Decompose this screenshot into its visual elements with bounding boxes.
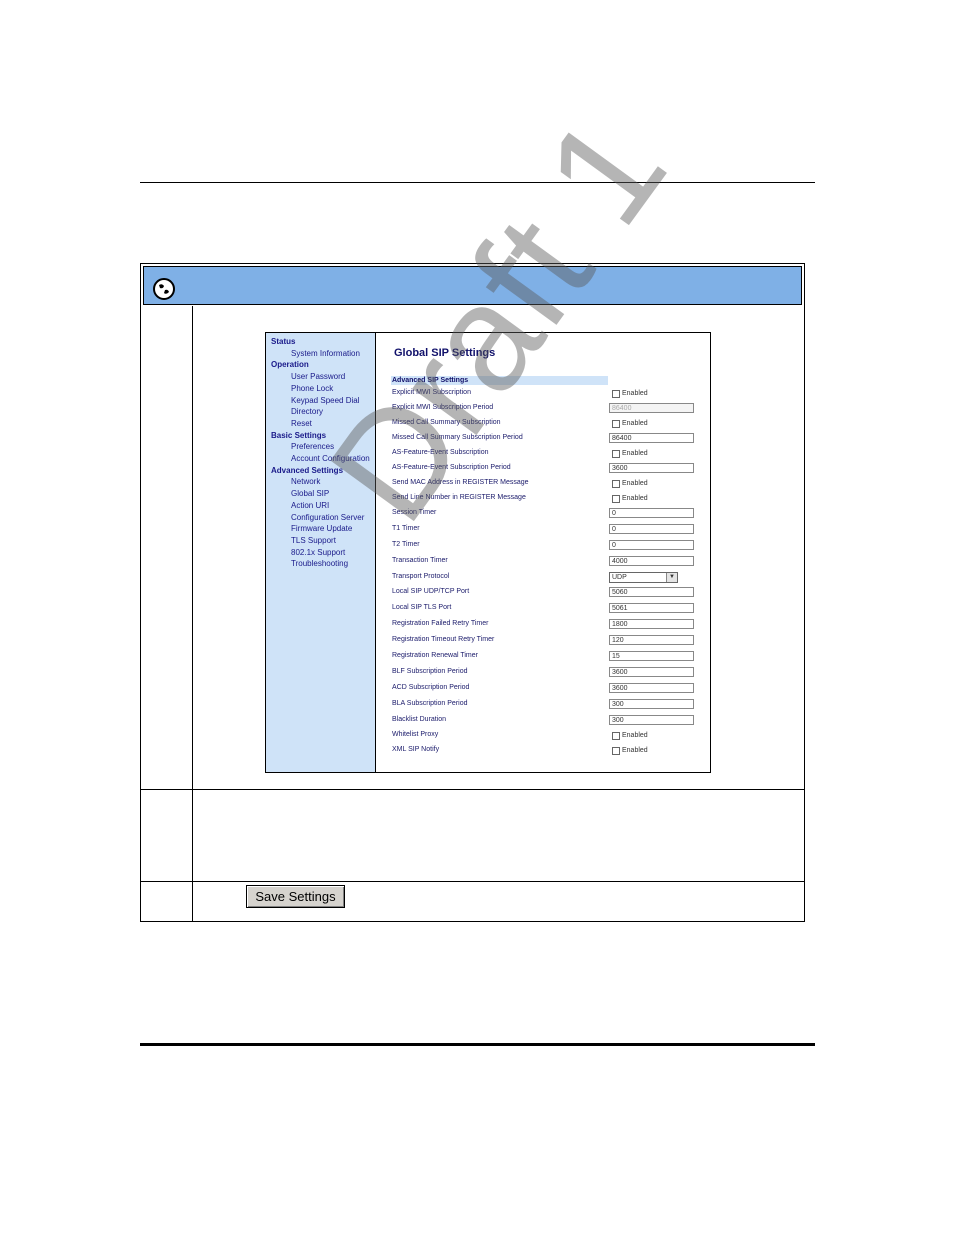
web-ui-screenshot: Status System Information Operation User Pa… xyxy=(265,332,711,773)
label-send-mac-address-in-register-message: Send MAC Address in REGISTER Message xyxy=(392,479,529,486)
chevron-down-icon[interactable]: ▼ xyxy=(666,573,677,582)
label-xml-sip-notify: XML SIP Notify xyxy=(392,746,440,753)
label-local-sip-udp-tcp-port: Local SIP UDP/TCP Port xyxy=(392,588,470,595)
label-acd-subscription-period: ACD Subscription Period xyxy=(392,684,470,691)
label-explicit-mwi-subscription-period: Explicit MWI Subscription Period xyxy=(392,404,494,411)
checkbox-as-feature-event-subscription[interactable] xyxy=(612,450,620,458)
sidebar-item-firmware-update[interactable]: Firmware Update xyxy=(291,524,352,533)
save-settings-button[interactable]: Save Settings xyxy=(246,885,345,908)
enabled-label: Enabled xyxy=(622,480,648,487)
checkbox-whitelist-proxy[interactable] xyxy=(612,732,620,740)
enabled-label: Enabled xyxy=(622,420,648,427)
input-transaction-timer[interactable]: 4000 xyxy=(609,556,694,566)
label-missed-call-summary-subscription: Missed Call Summary Subscription xyxy=(392,419,501,426)
label-session-timer: Session Timer xyxy=(392,509,437,516)
sidebar-item-troubleshooting[interactable]: Troubleshooting xyxy=(291,559,348,568)
checkbox-explicit-mwi-subscription[interactable] xyxy=(612,390,620,398)
sidebar-section-basic-settings: Basic Settings xyxy=(271,430,327,440)
sidebar-item-802-1x-support[interactable]: 802.1x Support xyxy=(291,548,345,557)
sidebar-item-tls-support[interactable]: TLS Support xyxy=(291,536,336,545)
sidebar-section-status: Status xyxy=(271,337,296,346)
enabled-label: Enabled xyxy=(622,747,648,754)
label-registration-timeout-retry-timer: Registration Timeout Retry Timer xyxy=(392,636,495,643)
sidebar-item-phone-lock[interactable]: Phone Lock xyxy=(291,384,333,393)
table-row-divider xyxy=(141,881,804,882)
sidebar-item-system-information[interactable]: System Information xyxy=(291,349,360,358)
select-transport-protocol[interactable]: UDP ▼ xyxy=(609,572,678,583)
sidebar-section-operation: Operation xyxy=(271,360,309,370)
input-local-sip-udp-tcp-port[interactable]: 5060 xyxy=(609,587,694,597)
input-explicit-mwi-subscription-period: 86400 xyxy=(609,403,694,413)
table-header-band xyxy=(143,266,802,305)
checkbox-send-line-number-in-register-message[interactable] xyxy=(612,495,620,503)
input-blacklist-duration[interactable]: 300 xyxy=(609,715,694,725)
enabled-label: Enabled xyxy=(622,495,648,502)
label-send-line-number-in-register-message: Send Line Number in REGISTER Message xyxy=(392,494,526,501)
sidebar-item-action-uri[interactable]: Action URI xyxy=(291,501,329,510)
label-transaction-timer: Transaction Timer xyxy=(392,557,448,564)
label-whitelist-proxy: Whitelist Proxy xyxy=(392,731,439,738)
input-registration-renewal-timer[interactable]: 15 xyxy=(609,651,694,661)
input-t1-timer[interactable]: 0 xyxy=(609,524,694,534)
input-session-timer[interactable]: 0 xyxy=(609,508,694,518)
table-column-divider xyxy=(192,306,193,922)
checkbox-xml-sip-notify[interactable] xyxy=(612,747,620,755)
label-t2-timer: T2 Timer xyxy=(392,541,420,548)
label-as-feature-event-subscription: AS-Feature-Event Subscription xyxy=(392,449,489,456)
label-missed-call-summary-subscription-period: Missed Call Summary Subscription Period xyxy=(392,434,523,441)
checkbox-send-mac-address-in-register-message[interactable] xyxy=(612,480,620,488)
bottom-rule xyxy=(140,1043,815,1046)
input-blf-subscription-period[interactable]: 3600 xyxy=(609,667,694,677)
label-registration-renewal-timer: Registration Renewal Timer xyxy=(392,652,478,659)
label-blf-subscription-period: BLF Subscription Period xyxy=(392,668,468,675)
label-local-sip-tls-port: Local SIP TLS Port xyxy=(392,604,452,611)
section-header: Advanced SIP Settings xyxy=(392,377,469,384)
sidebar-item-keypad-speed-dial[interactable]: Keypad Speed Dial xyxy=(291,396,360,405)
globe-icon xyxy=(153,278,175,300)
input-registration-failed-retry-timer[interactable]: 1800 xyxy=(609,619,694,629)
input-as-feature-event-subscription-period[interactable]: 3600 xyxy=(609,463,694,473)
input-t2-timer[interactable]: 0 xyxy=(609,540,694,550)
sidebar-item-reset[interactable]: Reset xyxy=(291,419,312,428)
procedure-table: Status System Information Operation User Pa… xyxy=(140,263,805,922)
page-title: Global SIP Settings xyxy=(394,347,496,359)
label-t1-timer: T1 Timer xyxy=(392,525,420,532)
label-explicit-mwi-subscription: Explicit MWI Subscription xyxy=(392,389,471,396)
checkbox-missed-call-summary-subscription[interactable] xyxy=(612,420,620,428)
label-blacklist-duration: Blacklist Duration xyxy=(392,716,447,723)
enabled-label: Enabled xyxy=(622,732,648,739)
enabled-label: Enabled xyxy=(622,390,648,397)
input-local-sip-tls-port[interactable]: 5061 xyxy=(609,603,694,613)
sidebar-item-preferences[interactable]: Preferences xyxy=(291,442,334,451)
select-value: UDP xyxy=(612,574,627,581)
label-bla-subscription-period: BLA Subscription Period xyxy=(392,700,468,707)
sidebar-section-advanced-settings: Advanced Settings xyxy=(271,465,344,475)
top-rule xyxy=(140,182,815,183)
sidebar-item-directory[interactable]: Directory xyxy=(291,407,323,416)
label-as-feature-event-subscription-period: AS-Feature-Event Subscription Period xyxy=(392,464,511,471)
input-bla-subscription-period[interactable]: 300 xyxy=(609,699,694,709)
sidebar-item-account-configuration[interactable]: Account Configuration xyxy=(291,454,370,463)
input-missed-call-summary-subscription-period[interactable]: 86400 xyxy=(609,433,694,443)
label-transport-protocol: Transport Protocol xyxy=(392,573,450,580)
sidebar-item-global-sip[interactable]: Global SIP xyxy=(291,489,329,498)
sidebar-item-configuration-server[interactable]: Configuration Server xyxy=(291,513,364,522)
input-registration-timeout-retry-timer[interactable]: 120 xyxy=(609,635,694,645)
label-registration-failed-retry-timer: Registration Failed Retry Timer xyxy=(392,620,489,627)
input-acd-subscription-period[interactable]: 3600 xyxy=(609,683,694,693)
table-row-divider xyxy=(141,789,804,790)
enabled-label: Enabled xyxy=(622,450,648,457)
sidebar-item-user-password[interactable]: User Password xyxy=(291,372,345,381)
sidebar-menu: Status System Information Operation User Pa… xyxy=(266,333,376,772)
sidebar-item-network[interactable]: Network xyxy=(291,477,320,486)
